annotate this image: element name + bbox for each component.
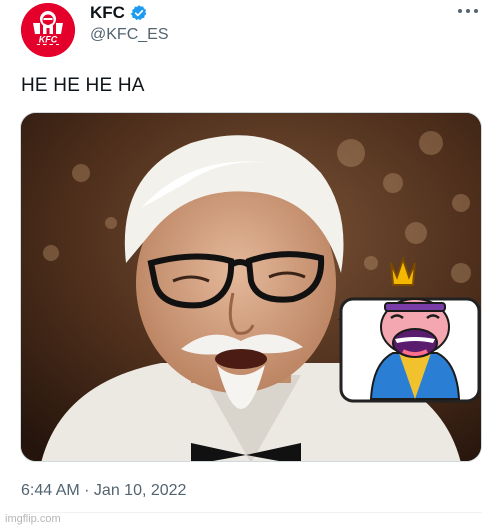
more-dot xyxy=(458,9,462,13)
tweet-timestamp[interactable]: 6:44 AM · Jan 10, 2022 xyxy=(21,482,186,500)
tweet-text: HE HE HE HA xyxy=(21,75,145,96)
avatar[interactable]: KFC xyxy=(21,3,75,57)
avatar-logo-text: KFC xyxy=(39,35,58,45)
author-name-row: KFC xyxy=(90,3,148,23)
author-handle[interactable]: @KFC_ES xyxy=(90,26,168,44)
tweet-card: KFC KFC @KFC_ES HE HE HE HA 6:44 AM · Ja… xyxy=(0,0,500,528)
divider xyxy=(20,512,482,513)
verified-badge-icon xyxy=(130,4,148,22)
watermark: imgflip.com xyxy=(5,513,61,525)
kfc-logo-icon: KFC xyxy=(21,3,75,57)
display-name[interactable]: KFC xyxy=(90,3,125,23)
more-dot xyxy=(474,9,478,13)
more-dot xyxy=(466,9,470,13)
more-options-icon[interactable] xyxy=(458,5,478,17)
colonel-sanders-photo-icon xyxy=(21,113,481,461)
tweet-media-image[interactable] xyxy=(20,112,482,462)
